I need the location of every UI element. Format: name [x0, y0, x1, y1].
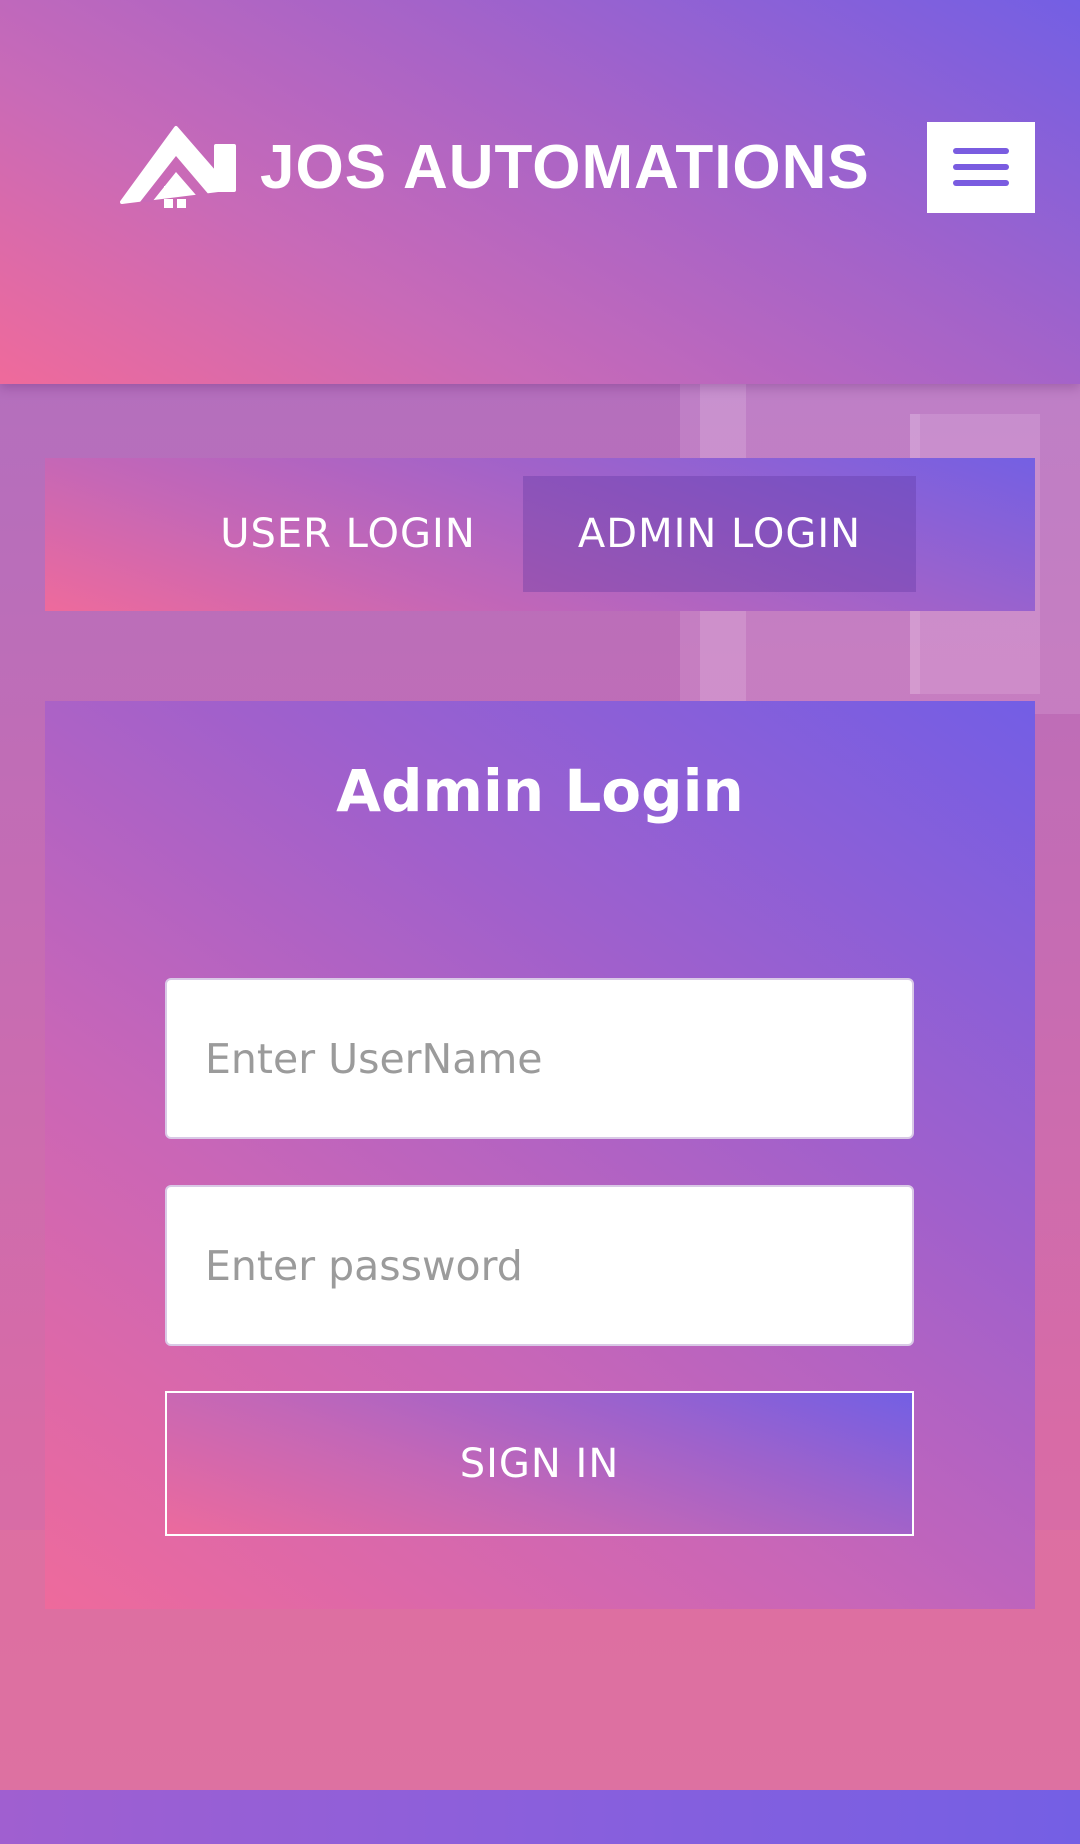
menu-button[interactable] — [927, 122, 1035, 213]
sign-in-button[interactable]: SIGN IN — [165, 1391, 914, 1536]
page-title: Admin Login — [336, 757, 744, 825]
house-roof-icon — [120, 126, 236, 208]
admin-login-card: Admin Login SIGN IN — [45, 701, 1035, 1609]
footer-strip — [0, 1790, 1080, 1844]
brand-name: JOS AUTOMATIONS — [260, 133, 870, 202]
tab-admin-login[interactable]: ADMIN LOGIN — [523, 476, 916, 592]
username-input[interactable] — [165, 978, 914, 1139]
hamburger-menu-icon — [953, 147, 1009, 186]
password-input[interactable] — [165, 1185, 914, 1346]
site-header: JOS AUTOMATIONS — [0, 0, 1080, 384]
tab-user-login[interactable]: USER LOGIN — [198, 476, 498, 592]
login-tabs: USER LOGIN ADMIN LOGIN — [45, 458, 1035, 611]
brand-logo[interactable]: JOS AUTOMATIONS — [118, 118, 870, 218]
